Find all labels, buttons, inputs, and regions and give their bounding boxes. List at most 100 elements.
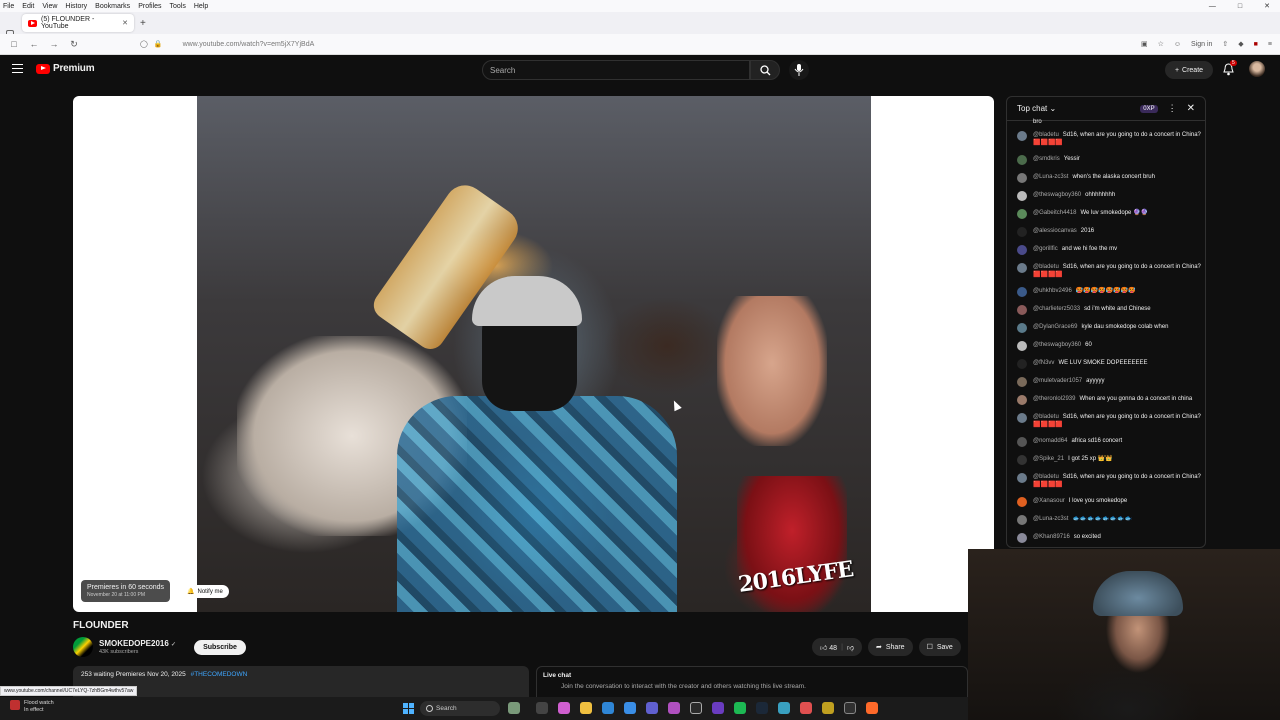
chat-author-avatar[interactable] — [1017, 173, 1027, 183]
lock-icon[interactable]: 🔒 — [154, 40, 163, 48]
search-button[interactable] — [750, 60, 780, 80]
weather-widget[interactable]: Flood watch In effect — [10, 700, 54, 714]
chat-message[interactable]: @theswagboy360 ohhhhhhhh — [1017, 191, 1201, 201]
chat-message[interactable]: @Xanasour I love you smokedope — [1017, 497, 1201, 507]
menu-icon[interactable]: ≡ — [1268, 41, 1272, 48]
chat-author[interactable]: @uhkhbv2496 — [1033, 288, 1072, 294]
chat-message[interactable]: @uhkhbv2496 🥵🥵🥵🥵🥵🥵🥵🥵 — [1017, 287, 1201, 297]
teams-icon[interactable] — [646, 702, 658, 714]
chat-author[interactable]: @Luna-zc3st — [1033, 516, 1068, 522]
chat-message[interactable]: @alessiocanvas 2016 — [1017, 227, 1201, 237]
chat-author[interactable]: @bladetu — [1033, 264, 1059, 270]
chat-author[interactable]: @muletvader1057 — [1033, 378, 1082, 384]
menu-tools[interactable]: Tools — [170, 3, 186, 10]
channel-avatar[interactable] — [73, 637, 93, 657]
chat-author[interactable]: @theswagboy360 — [1033, 192, 1081, 198]
spotify-icon[interactable] — [734, 702, 746, 714]
youtube-logo[interactable]: Premium — [36, 63, 95, 74]
edge-icon[interactable] — [602, 702, 614, 714]
chat-author-avatar[interactable] — [1017, 497, 1027, 507]
dislike-icon[interactable]: 👎︎ — [847, 643, 854, 652]
chat-message[interactable]: @theswagboy360 60 — [1017, 341, 1201, 351]
chat-author[interactable]: @charlieterz5033 — [1033, 306, 1080, 312]
chat-author[interactable]: @bladetu — [1033, 414, 1059, 420]
menu-profiles[interactable]: Profiles — [138, 3, 161, 10]
app-icon-2[interactable] — [778, 702, 790, 714]
close-window-icon[interactable]: ✕ — [1264, 2, 1270, 10]
reload-icon[interactable]: ↻ — [68, 39, 80, 50]
chat-author-avatar[interactable] — [1017, 437, 1027, 447]
more-options-icon[interactable]: ⋮ — [1168, 103, 1177, 114]
chat-author-avatar[interactable] — [1017, 413, 1027, 423]
chat-author[interactable]: @Xanasour — [1033, 498, 1065, 504]
chat-message[interactable]: @fN3vv WE LUV SMOKE DOPEEEEEEE — [1017, 359, 1201, 369]
tabs-overview-icon[interactable]: □ — [8, 39, 20, 49]
chat-author-avatar[interactable] — [1017, 473, 1027, 483]
chat-author[interactable]: @DylanGrace69 — [1033, 324, 1077, 330]
chat-author-avatar[interactable] — [1017, 359, 1027, 369]
shield-icon[interactable]: ◯ — [140, 40, 148, 48]
close-tab-icon[interactable]: ✕ — [122, 19, 128, 27]
taskbar-app-icon[interactable] — [508, 702, 520, 714]
chat-author[interactable]: @bladetu — [1033, 132, 1059, 138]
chat-author[interactable]: @Spike_21 — [1033, 456, 1064, 462]
chat-message[interactable]: @muletvader1057 ayyyyy — [1017, 377, 1201, 387]
url-text[interactable]: www.youtube.com/watch?v=em5jX7YjBdA — [183, 41, 315, 48]
voice-search-button[interactable] — [789, 60, 809, 80]
chat-author[interactable]: @Luna-zc3st — [1033, 174, 1068, 180]
save-button[interactable]: ☐ Save — [918, 638, 961, 656]
chat-message[interactable]: @bladetu Sd16, when are you going to do a… — [1017, 263, 1201, 279]
ublock-icon[interactable]: ■ — [1254, 41, 1258, 48]
reader-view-icon[interactable]: ▣ — [1141, 40, 1148, 48]
top-chat-dropdown[interactable]: Top chat ⌄ — [1017, 104, 1056, 113]
new-tab-icon[interactable]: + — [140, 18, 146, 29]
back-icon[interactable]: ← — [28, 39, 40, 49]
minimize-icon[interactable]: — — [1209, 3, 1216, 10]
app-icon[interactable] — [668, 702, 680, 714]
chat-author-avatar[interactable] — [1017, 227, 1027, 237]
chat-message[interactable]: @Khan89716 so excited — [1017, 533, 1201, 543]
forward-icon[interactable]: → — [48, 39, 60, 49]
chat-author[interactable]: @bladetu — [1033, 474, 1059, 480]
chat-author[interactable]: @Gabeitch4418 — [1033, 210, 1076, 216]
app-icon-3[interactable] — [800, 702, 812, 714]
search-input[interactable]: Search — [482, 60, 750, 80]
chat-message[interactable]: @nomadd64 africa sd16 concert — [1017, 437, 1201, 447]
extensions-icon[interactable]: ◆ — [1238, 40, 1243, 48]
account-icon[interactable]: ☺ — [1174, 41, 1181, 48]
chat-author-avatar[interactable] — [1017, 131, 1027, 141]
chat-message[interactable]: @Spike_21 I got 25 xp 👑👑 — [1017, 455, 1201, 465]
chat-author[interactable]: @alessiocanvas — [1033, 228, 1077, 234]
steam-icon[interactable] — [756, 702, 768, 714]
chat-author-avatar[interactable] — [1017, 341, 1027, 351]
app-icon-4[interactable] — [822, 702, 834, 714]
address-bar[interactable]: ◯ 🔒 www.youtube.com/watch?v=em5jX7YjBdA — [140, 37, 1090, 52]
like-button[interactable]: 👍︎ 48 — [820, 643, 837, 652]
chat-message[interactable]: @gorillfic and we hi foe the mv — [1017, 245, 1201, 255]
chat-message[interactable]: @charlieterz5033 sd i'm white and Chinese — [1017, 305, 1201, 315]
video-player[interactable]: 2016LYFE Premieres in 60 seconds Novembe… — [73, 96, 994, 612]
chat-message[interactable]: @Luna-zc3st 🐟🐟🐟🐟🐟🐟🐟🐟 — [1017, 515, 1201, 525]
chat-author[interactable]: @gorillfic — [1033, 246, 1058, 252]
chat-author-avatar[interactable] — [1017, 263, 1027, 273]
channel-name[interactable]: SMOKEDOPE2016 ✓ — [99, 639, 176, 648]
chat-author-avatar[interactable] — [1017, 191, 1027, 201]
obs-icon[interactable] — [844, 702, 856, 714]
chat-message[interactable]: @bladetu Sd16, when are you going to do a… — [1017, 413, 1201, 429]
share-page-icon[interactable]: ⇧ — [1222, 40, 1228, 48]
firefox-icon[interactable] — [866, 702, 878, 714]
copilot-icon[interactable] — [558, 702, 570, 714]
chat-message[interactable]: @bladetu Sd16, when are you going to do a… — [1017, 131, 1201, 147]
chat-author[interactable]: @theswagboy360 — [1033, 342, 1081, 348]
chat-author-avatar[interactable] — [1017, 395, 1027, 405]
chat-author[interactable]: @theronlol2939 — [1033, 396, 1075, 402]
chat-author-avatar[interactable] — [1017, 533, 1027, 543]
share-button[interactable]: ➦ Share — [868, 638, 913, 656]
chat-author-avatar[interactable] — [1017, 209, 1027, 219]
menu-help[interactable]: Help — [194, 3, 208, 10]
notify-me-button[interactable]: 🔔 Notify me — [181, 585, 229, 598]
menu-bookmarks[interactable]: Bookmarks — [95, 3, 130, 10]
create-button[interactable]: + Create — [1165, 61, 1213, 79]
menu-view[interactable]: View — [42, 3, 57, 10]
chat-message[interactable]: @smdkris Yessir — [1017, 155, 1201, 165]
